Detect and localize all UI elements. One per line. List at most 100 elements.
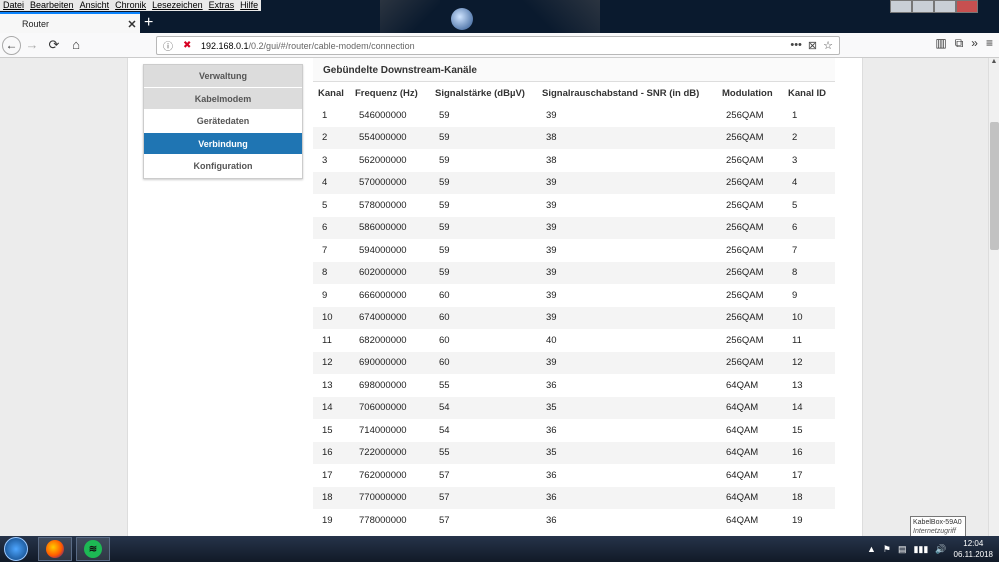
cell-modulation: 256QAM: [717, 149, 783, 172]
taskbar-firefox[interactable]: [38, 537, 72, 561]
volume-icon[interactable]: 🔊: [935, 544, 946, 555]
cell-signalstaerke: 60: [430, 284, 537, 307]
clock[interactable]: 12:04 06.11.2018: [954, 538, 993, 560]
downstream-panel: Gebündelte Downstream-Kanäle Kanal Frequ…: [313, 58, 835, 536]
menu-help[interactable]: Hilfe: [237, 0, 261, 11]
back-icon[interactable]: ←: [2, 35, 21, 55]
cell-snr: 38: [537, 126, 717, 149]
reload-icon[interactable]: ⟳: [43, 34, 65, 56]
menu-history[interactable]: Chronik: [112, 0, 149, 11]
cell-snr: 36: [537, 464, 717, 487]
tray-expand-icon[interactable]: ▲: [867, 544, 876, 554]
minimize-button[interactable]: [890, 0, 912, 13]
action-center-flag-icon[interactable]: ⚑: [883, 544, 891, 555]
url-bar[interactable]: ⓘ ✖ 192.168.0.1/0.2/gui/#/router/cable-m…: [156, 36, 840, 55]
cell-kanal-id: 15: [783, 419, 835, 442]
cell-kanal-id: 19: [783, 509, 835, 532]
cell-snr: 35: [537, 441, 717, 464]
cell-modulation: 256QAM: [717, 171, 783, 194]
page-actions-icon[interactable]: •••: [790, 39, 802, 52]
cell-kanal-id: 13: [783, 374, 835, 397]
cell-kanal-id: 14: [783, 396, 835, 419]
menu-bookmarks[interactable]: Lesezeichen: [149, 0, 206, 11]
cell-snr: 35: [537, 396, 717, 419]
scroll-thumb[interactable]: [990, 122, 999, 250]
cell-snr: 36: [537, 486, 717, 509]
table-row: 5 578000000 59 39 256QAM 5: [313, 194, 835, 217]
sidemenu-item-verbindung[interactable]: Verbindung: [144, 132, 302, 155]
restore-button[interactable]: [912, 0, 934, 13]
table-row: 9 666000000 60 39 256QAM 9: [313, 284, 835, 307]
tab-router[interactable]: Router ✕: [0, 12, 140, 33]
cell-modulation: 256QAM: [717, 351, 783, 374]
new-tab-icon[interactable]: +: [144, 14, 153, 32]
cell-kanal: 4: [313, 171, 350, 194]
maximize-button[interactable]: [934, 0, 956, 13]
col-signalstaerke: Signalstärke (dBµV): [435, 87, 525, 99]
tab-title: Router: [22, 19, 50, 29]
cell-snr: 36: [537, 374, 717, 397]
menu-file[interactable]: Datei: [0, 0, 27, 11]
taskbar-spotify[interactable]: ≋: [76, 537, 110, 561]
table-row: 1 546000000 59 39 256QAM 1: [313, 104, 835, 127]
scroll-up-icon[interactable]: ▲: [989, 58, 999, 69]
cell-signalstaerke: 60: [430, 329, 537, 352]
cell-kanal-id: 17: [783, 464, 835, 487]
page-scrollbar[interactable]: ▲: [988, 58, 999, 536]
cell-snr: 39: [537, 284, 717, 307]
cell-signalstaerke: 54: [430, 396, 537, 419]
cell-modulation: 256QAM: [717, 239, 783, 262]
cell-signalstaerke: 59: [430, 261, 537, 284]
cell-kanal-id: 4: [783, 171, 835, 194]
info-icon[interactable]: ⓘ: [163, 38, 177, 53]
cell-snr: 39: [537, 306, 717, 329]
start-button[interactable]: [4, 537, 28, 561]
device-icon[interactable]: ▤: [898, 544, 907, 555]
wallpaper-decoration: [380, 0, 440, 33]
cell-modulation: 64QAM: [717, 509, 783, 532]
menu-view[interactable]: Ansicht: [77, 0, 113, 11]
cell-signalstaerke: 59: [430, 171, 537, 194]
sidemenu-item-konfiguration[interactable]: Konfiguration: [144, 155, 302, 178]
cell-kanal: 19: [313, 509, 350, 532]
table-row: 18 770000000 57 36 64QAM 18: [313, 486, 835, 509]
cell-kanal: 17: [313, 464, 350, 487]
col-snr: Signalrauschabstand - SNR (in dB): [542, 87, 700, 99]
pocket-icon[interactable]: ⊠: [808, 39, 817, 52]
cell-kanal-id: 7: [783, 239, 835, 262]
cell-kanal-id: 11: [783, 329, 835, 352]
cell-snr: 39: [537, 194, 717, 217]
cell-frequenz: 602000000: [350, 261, 430, 284]
network-icon[interactable]: ▮▮▮: [913, 544, 928, 555]
forward-icon[interactable]: →: [21, 34, 43, 56]
cell-frequenz: 722000000: [350, 441, 430, 464]
cell-modulation: 64QAM: [717, 464, 783, 487]
overflow-icon[interactable]: »: [971, 36, 978, 51]
sidebar-icon[interactable]: ▥: [935, 36, 946, 51]
hamburger-menu-icon[interactable]: ≡: [986, 36, 993, 51]
insecure-lock-icon[interactable]: ✖: [183, 40, 197, 51]
table-row: 13 698000000 55 36 64QAM 13: [313, 374, 835, 397]
close-window-button[interactable]: [956, 0, 978, 13]
sidemenu-item-kabelmodem[interactable]: Kabelmodem: [144, 87, 302, 110]
cell-modulation: 256QAM: [717, 126, 783, 149]
cell-frequenz: 554000000: [350, 126, 430, 149]
tooltip-title: KabelBox-59A0: [913, 519, 962, 526]
cell-snr: 39: [537, 239, 717, 262]
home-icon[interactable]: ⌂: [65, 34, 87, 56]
cell-kanal: 6: [313, 216, 350, 239]
menu-tools[interactable]: Extras: [206, 0, 238, 11]
cell-modulation: 64QAM: [717, 374, 783, 397]
cell-signalstaerke: 59: [430, 194, 537, 217]
cell-signalstaerke: 57: [430, 486, 537, 509]
cell-kanal-id: 3: [783, 149, 835, 172]
cell-kanal-id: 5: [783, 194, 835, 217]
bookmark-star-icon[interactable]: ☆: [823, 39, 833, 52]
menu-edit[interactable]: Bearbeiten: [27, 0, 77, 11]
sidemenu-item-geraetedaten[interactable]: Gerätedaten: [144, 110, 302, 133]
cell-kanal: 12: [313, 351, 350, 374]
cell-signalstaerke: 55: [430, 441, 537, 464]
sidemenu-item-verwaltung[interactable]: Verwaltung: [144, 65, 302, 88]
synced-tabs-icon[interactable]: ⧉: [955, 36, 964, 51]
tab-close-icon[interactable]: ✕: [124, 18, 140, 31]
